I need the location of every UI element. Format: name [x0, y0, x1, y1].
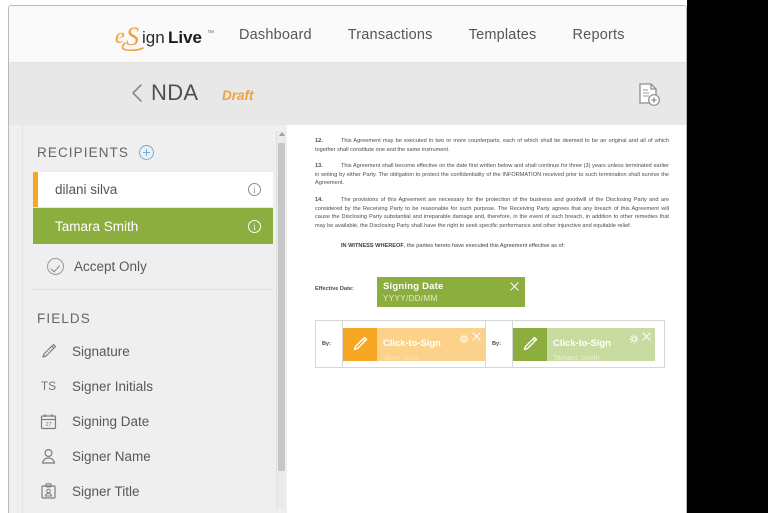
field-item-signature[interactable]: Signature	[23, 334, 287, 369]
page-title: NDA	[151, 80, 199, 105]
pen-icon	[513, 327, 547, 361]
recipients-header: RECIPIENTS	[23, 125, 287, 172]
signature-cell-dilani: By: Click-to-Sign dilani silva	[316, 321, 485, 367]
calendar-icon: 27	[39, 412, 58, 431]
close-icon[interactable]	[509, 281, 520, 292]
paragraph-text: This Agreement may be executed in two or…	[315, 138, 669, 153]
click-to-sign-dilani-silva[interactable]: Click-to-Sign dilani silva	[343, 327, 485, 361]
field-item-signer-title[interactable]: Signer Title	[23, 474, 287, 509]
ts-text-icon: TS	[40, 379, 57, 393]
click-to-sign-label: Click-to-Sign	[553, 336, 611, 348]
scrollbar-thumb[interactable]	[278, 143, 285, 471]
by-label: By:	[322, 341, 332, 347]
id-badge-icon	[39, 482, 58, 501]
paragraph-number: 14.	[315, 196, 323, 203]
paragraph-text: The provisions of this Agreement are nec…	[315, 196, 669, 229]
signing-date-field[interactable]: Signing Date YYYY/DD/MM	[377, 277, 525, 307]
svg-text:Live: Live	[168, 28, 202, 47]
person-icon	[39, 447, 58, 466]
witness-rest: , the parties hereto have executed this …	[403, 243, 565, 250]
workspace: RECIPIENTS dilani silva i Tamara Smith i	[9, 125, 686, 513]
left-gutter	[9, 125, 23, 513]
document-paragraph: 13. This Agreement shall become effective…	[315, 162, 669, 188]
close-icon[interactable]	[471, 331, 482, 342]
signer-name: dilani silva	[383, 352, 419, 361]
effective-date-label: Effective Date:	[315, 286, 354, 292]
recipient-item-dilani-silva[interactable]: dilani silva i	[33, 172, 273, 208]
svg-text:S: S	[126, 22, 139, 51]
nav-transactions[interactable]: Transactions	[348, 27, 433, 43]
svg-text:™: ™	[207, 30, 214, 37]
effective-date-row: Effective Date: Signing Date YYYY/DD/MM	[315, 277, 525, 307]
field-label: Signer Name	[72, 449, 151, 464]
status-badge: Draft	[222, 88, 254, 103]
gear-icon[interactable]	[629, 331, 639, 344]
witness-bold: IN WITNESS WHEREOF	[341, 243, 404, 250]
field-label: Signer Initials	[72, 379, 154, 394]
sidebar-scrollbar[interactable]	[276, 131, 285, 509]
sidebar-panel: RECIPIENTS dilani silva i Tamara Smith i	[23, 125, 287, 513]
accept-only-option[interactable]: Accept Only	[33, 244, 273, 290]
check-circle-icon	[47, 258, 64, 275]
svg-text:ign: ign	[142, 28, 165, 47]
nav-reports[interactable]: Reports	[573, 27, 625, 43]
screenshot-root: e S ign Live ™ Dashboard Transactions Te…	[0, 0, 768, 513]
recipient-name: dilani silva	[55, 182, 118, 197]
document-add-icon[interactable]	[637, 82, 661, 108]
fields-header: FIELDS	[23, 290, 287, 334]
field-item-signer-initials[interactable]: TS Signer Initials	[23, 369, 287, 404]
info-icon[interactable]: i	[248, 219, 261, 233]
field-item-signing-date[interactable]: 27 Signing Date	[23, 404, 287, 439]
recipient-item-tamara-smith[interactable]: Tamara Smith i	[33, 208, 273, 244]
app-window: e S ign Live ™ Dashboard Transactions Te…	[8, 5, 687, 513]
document-page: 12. This Agreement may be executed in two…	[305, 125, 677, 513]
by-label: By:	[492, 341, 502, 347]
info-icon[interactable]: i	[248, 183, 261, 196]
signing-date-title: Signing Date	[383, 281, 444, 292]
field-label: Signer Title	[72, 484, 140, 499]
recipient-name: Tamara Smith	[55, 218, 139, 234]
field-item-signer-name[interactable]: Signer Name	[23, 439, 287, 474]
accept-only-label: Accept Only	[74, 259, 147, 274]
paragraph-number: 12.	[315, 138, 323, 144]
signature-controls	[629, 331, 652, 344]
field-label: Signature	[72, 344, 130, 359]
click-to-sign-tamara-smith[interactable]: Click-to-Sign Tamara Smith	[513, 327, 655, 361]
close-icon[interactable]	[641, 331, 652, 342]
signature-cell-tamara: By: Click-to-Sign Tamara Smith	[486, 321, 655, 367]
nav-items: Dashboard Transactions Templates Reports	[239, 6, 625, 63]
pen-icon	[39, 342, 58, 361]
document-viewer: 12. This Agreement may be executed in two…	[287, 125, 686, 513]
gear-icon[interactable]	[459, 331, 469, 344]
recipients-list: dilani silva i Tamara Smith i	[33, 172, 273, 244]
pen-icon	[343, 327, 377, 361]
nav-dashboard[interactable]: Dashboard	[239, 27, 312, 43]
signature-controls	[459, 331, 482, 344]
paragraph-number: 13.	[315, 163, 323, 170]
field-label: Signing Date	[72, 414, 150, 429]
document-paragraph: 14. The provisions of this Agreement are …	[315, 196, 669, 230]
paragraph-text: This Agreement shall become effective on…	[315, 163, 669, 187]
document-subheader: NDA Draft	[9, 63, 686, 125]
signer-name: Tamara Smith	[553, 352, 600, 361]
signing-date-placeholder: YYYY/DD/MM	[383, 294, 438, 303]
recipients-title: RECIPIENTS	[37, 145, 130, 160]
signature-table: By: Click-to-Sign dilani silva By: Click…	[315, 320, 665, 368]
fields-title: FIELDS	[37, 311, 91, 326]
esignlive-logo[interactable]: e S ign Live ™	[115, 22, 225, 52]
svg-text:27: 27	[45, 422, 51, 428]
scroll-up-arrow-icon[interactable]	[278, 132, 285, 136]
document-paragraph: 12. This Agreement may be executed in two…	[315, 137, 669, 154]
witness-clause: IN WITNESS WHEREOF, the parties hereto h…	[341, 242, 669, 251]
nav-templates[interactable]: Templates	[469, 27, 537, 43]
plus-circle-icon[interactable]	[139, 145, 155, 160]
device-bezel	[687, 0, 768, 513]
click-to-sign-label: Click-to-Sign	[383, 336, 441, 348]
top-navigation-bar: e S ign Live ™ Dashboard Transactions Te…	[9, 6, 686, 63]
chevron-left-icon[interactable]	[130, 82, 144, 104]
